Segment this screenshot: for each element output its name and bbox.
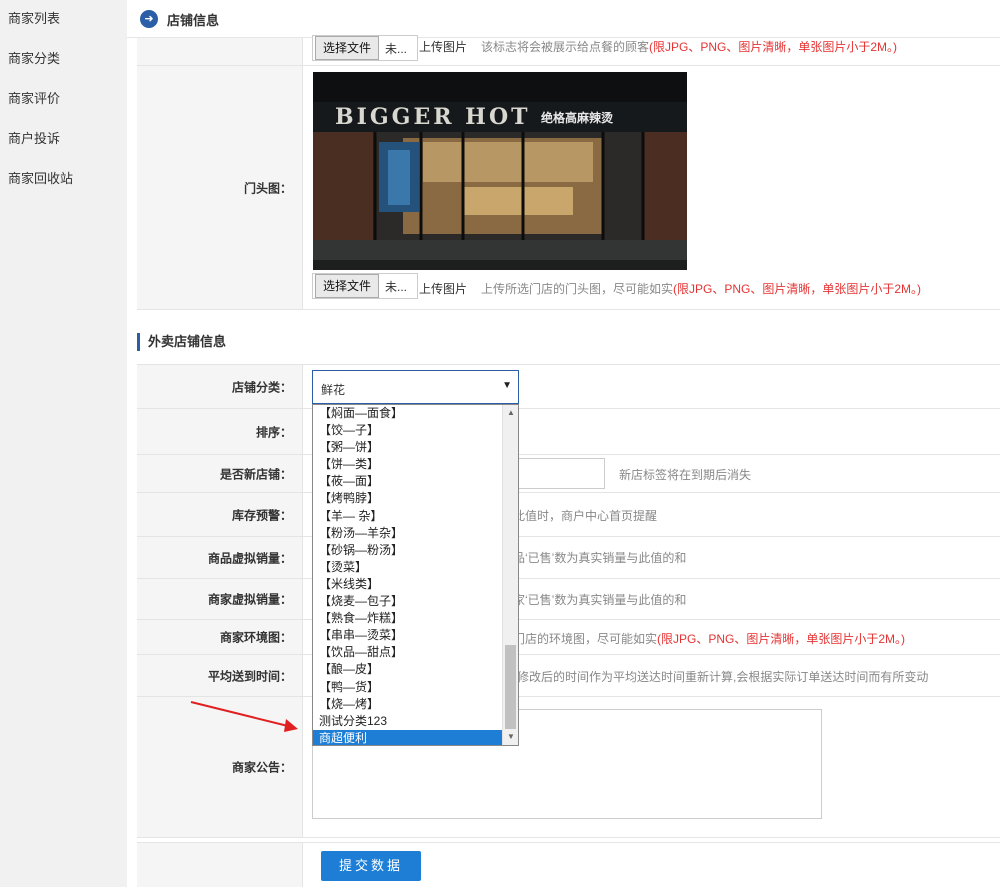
storefront-image-svg: BIGGER HOT 绝格高麻辣烫 xyxy=(313,72,687,270)
stock-tip: 此值时，商户中心首页提醒 xyxy=(513,509,658,523)
logo-file-input[interactable]: 选择文件 未... xyxy=(312,35,418,61)
dropdown-option[interactable]: 【熟食—炸糕】 xyxy=(313,610,518,627)
dropdown-scrollbar[interactable]: ▲ ▼ xyxy=(502,405,518,745)
dropdown-option[interactable]: 【烧—烤】 xyxy=(313,696,518,713)
dropdown-option[interactable]: 【焖面—面食】 xyxy=(313,405,518,422)
scrollbar-thumb[interactable] xyxy=(505,645,516,729)
env-row: 商家环境图： 门店的环境图，尽可能如实(限JPG、PNG、图片清晰，单张图片小于… xyxy=(137,620,1000,655)
dropdown-option[interactable]: 测试分类123 xyxy=(313,713,518,730)
sidebar: 商家列表 商家分类 商家评价 商户投诉 商家回收站 xyxy=(0,0,127,887)
logo-tip: 该标志将会被展示给点餐的顾客(限JPG、PNG、图片清晰，单张图片小于2M。) xyxy=(481,40,898,54)
scroll-down-icon[interactable]: ▼ xyxy=(503,729,518,745)
storefront-file-input[interactable]: 选择文件 未... xyxy=(312,273,418,299)
dropdown-option[interactable]: 【烤鸭脖】 xyxy=(313,490,518,507)
logo-label-cell xyxy=(137,38,303,65)
category-label: 店铺分类： xyxy=(137,365,303,408)
dropdown-option[interactable]: 【羊— 杂】 xyxy=(313,508,518,525)
storefront-upload-label: 上传图片 xyxy=(419,282,468,296)
env-label: 商家环境图： xyxy=(137,620,303,654)
sort-label: 排序： xyxy=(137,409,303,454)
dropdown-option[interactable]: 【酿—皮】 xyxy=(313,661,518,678)
stock-row: 库存预警： 此值时，商户中心首页提醒 xyxy=(137,493,1000,537)
page-header: ➜ 店铺信息 xyxy=(127,0,1000,38)
new-store-tip: 新店标签将在到期后消失 xyxy=(619,468,752,482)
stock-label: 库存预警： xyxy=(137,493,303,536)
delivery-tip: 修改后的时间作为平均送达时间重新计算,会根据实际订单送达时间而有所变动 xyxy=(517,670,929,684)
goods-sales-row: 商品虚拟销量： 品‘已售’数为真实销量与此值的和 xyxy=(137,537,1000,579)
logo-file-status: 未... xyxy=(385,41,408,56)
storefront-tip: 上传所选门店的门头图，尽可能如实(限JPG、PNG、图片清晰，单张图片小于2M。… xyxy=(481,282,922,296)
new-store-expire-input[interactable] xyxy=(512,458,605,489)
sort-row: 排序： xyxy=(137,409,1000,455)
submit-row xyxy=(137,842,1000,887)
sidebar-item-complaints[interactable]: 商户投诉 xyxy=(0,120,127,160)
dropdown-option[interactable]: 【莜—面】 xyxy=(313,473,518,490)
category-select[interactable]: 鲜花 ▼ xyxy=(312,370,519,404)
dropdown-option[interactable]: 【粥—饼】 xyxy=(313,439,518,456)
submit-label-cell xyxy=(137,843,303,887)
store-sales-tip: 家‘已售’数为真实销量与此值的和 xyxy=(513,593,687,607)
logo-row: 选择文件 未... 上传图片 该标志将会被展示给点餐的顾客(限JPG、PNG、图… xyxy=(137,35,1000,66)
sidebar-item-merchant-list[interactable]: 商家列表 xyxy=(0,0,127,40)
new-store-label: 是否新店铺： xyxy=(137,455,303,492)
storefront-label: 门头图： xyxy=(137,66,303,309)
storefront-choose-file-button[interactable]: 选择文件 xyxy=(315,274,380,298)
dropdown-option[interactable]: 【饮品—甜点】 xyxy=(313,644,518,661)
storefront-image: BIGGER HOT 绝格高麻辣烫 xyxy=(313,72,687,270)
store-sales-row: 商家虚拟销量： 家‘已售’数为真实销量与此值的和 xyxy=(137,579,1000,620)
goods-sales-tip: 品‘已售’数为真实销量与此值的和 xyxy=(513,551,687,565)
sidebar-item-merchant-reviews[interactable]: 商家评价 xyxy=(0,80,127,120)
dropdown-option[interactable]: 【饺—子】 xyxy=(313,422,518,439)
logo-upload-label: 上传图片 xyxy=(419,40,468,54)
storefront-sign-text: BIGGER HOT xyxy=(335,104,531,130)
submit-button[interactable]: 提交数据 xyxy=(321,851,421,881)
storefront-file-status: 未... xyxy=(385,279,408,294)
dropdown-option[interactable]: 【鸭—货】 xyxy=(313,679,518,696)
store-sales-label: 商家虚拟销量： xyxy=(137,579,303,619)
dropdown-option[interactable]: 【饼—类】 xyxy=(313,456,518,473)
notice-label: 商家公告： xyxy=(137,697,303,837)
category-select-value: 鲜花 xyxy=(321,383,346,397)
dropdown-option[interactable]: 【米线类】 xyxy=(313,576,518,593)
storefront-sign-cn: 绝格高麻辣烫 xyxy=(541,110,614,125)
dropdown-option[interactable]: 【烧麦—包子】 xyxy=(313,593,518,610)
logo-choose-file-button[interactable]: 选择文件 xyxy=(315,36,380,60)
dropdown-option[interactable]: 商超便利 xyxy=(313,729,518,745)
sidebar-item-recycle-bin[interactable]: 商家回收站 xyxy=(0,160,127,200)
dropdown-option[interactable]: 【烫菜】 xyxy=(313,559,518,576)
goods-sales-label: 商品虚拟销量： xyxy=(137,537,303,578)
category-row: 店铺分类： xyxy=(137,364,1000,409)
sidebar-item-merchant-category[interactable]: 商家分类 xyxy=(0,40,127,80)
delivery-label: 平均送到时间： xyxy=(137,655,303,696)
new-store-row: 是否新店铺： 新店标签将在到期后消失 xyxy=(137,455,1000,493)
caret-down-icon[interactable]: ▼ xyxy=(502,380,512,391)
section-title: 外卖店铺信息 xyxy=(137,333,226,351)
category-dropdown-list[interactable]: 【焖面—面食】 【饺—子】 【粥—饼】 【饼—类】 【莜—面】 【烤鸭脖】 【羊— 杂】 【粉… xyxy=(312,404,519,746)
dropdown-option[interactable]: 【串串—烫菜】 xyxy=(313,627,518,644)
dropdown-option[interactable]: 【粉汤—羊杂】 xyxy=(313,525,518,542)
arrow-right-circle-icon: ➜ xyxy=(140,10,158,28)
dropdown-option[interactable]: 【砂锅—粉汤】 xyxy=(313,542,518,559)
page-title: 店铺信息 xyxy=(167,13,220,28)
delivery-row: 平均送到时间： 修改后的时间作为平均送达时间重新计算,会根据实际订单送达时间而有… xyxy=(137,655,1000,697)
scroll-up-icon[interactable]: ▲ xyxy=(503,405,518,421)
env-tip: 门店的环境图，尽可能如实(限JPG、PNG、图片清晰，单张图片小于2M。) xyxy=(513,632,906,646)
